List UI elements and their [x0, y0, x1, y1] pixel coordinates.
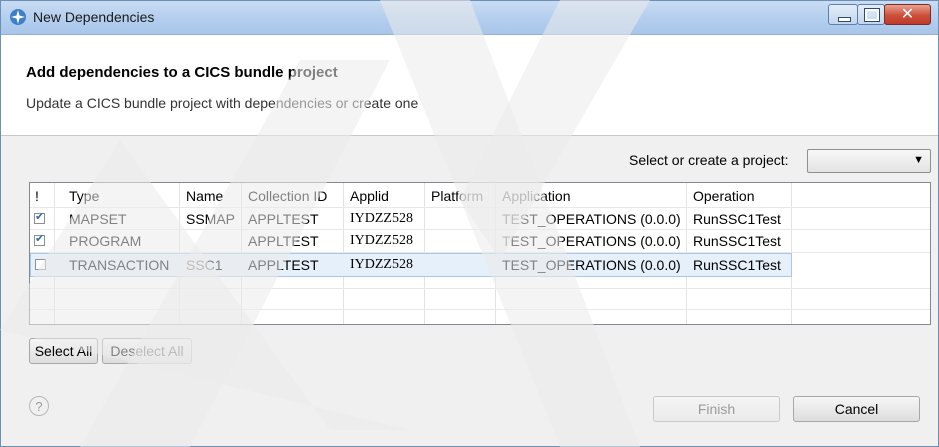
project-select-label: Select or create a project: — [629, 152, 789, 168]
minimize-button[interactable] — [828, 4, 858, 25]
deselect-all-button[interactable]: Deselect All — [102, 338, 192, 364]
finish-button[interactable]: Finish — [653, 396, 780, 422]
wizard-header: Add dependencies to a CICS bundle projec… — [1, 35, 938, 136]
table-header: ! Type Name Collection ID Applid Platfor… — [30, 185, 930, 207]
cell-platform — [426, 254, 495, 276]
maximize-button[interactable] — [857, 4, 885, 25]
row-divider — [30, 207, 930, 208]
row-checkbox[interactable]: ✔ — [34, 210, 45, 224]
cell-name: SSC1 — [186, 257, 223, 273]
cell-applid: IYDZZ528 — [350, 257, 413, 272]
column-header-name[interactable]: Name — [181, 185, 241, 207]
cell-operation: RunSSC1Test — [693, 257, 781, 273]
row-divider — [30, 288, 930, 289]
column-header-platform[interactable]: Platform — [426, 185, 495, 207]
table-row[interactable]: ✔ MAPSET SSMAP APPLTEST IYDZZ528 TEST_OP… — [30, 208, 930, 230]
column-header-applid[interactable]: Applid — [345, 185, 424, 207]
cell-application: TEST_OPERATIONS (0.0.0) — [502, 257, 681, 273]
cell-platform — [426, 208, 495, 230]
row-divider — [30, 309, 930, 310]
row-divider — [30, 229, 930, 230]
cell-collection-id: APPLTEST — [248, 257, 319, 273]
project-combo[interactable]: ▼ — [807, 149, 931, 173]
row-checkbox[interactable]: ✔ — [34, 232, 45, 246]
cell-application: TEST_OPERATIONS (0.0.0) — [502, 233, 681, 249]
column-header-check[interactable]: ! — [30, 185, 54, 207]
cell-type: PROGRAM — [69, 233, 142, 249]
cell-applid: IYDZZ528 — [350, 211, 413, 226]
cell-applid: IYDZZ528 — [350, 233, 413, 248]
dialog-window: New Dependencies ✕ Add dependencies to a… — [0, 0, 939, 447]
column-header-application[interactable]: Application — [497, 185, 686, 207]
checkmark-icon: ✔ — [35, 232, 45, 245]
checkmark-icon: ✔ — [35, 210, 45, 223]
cell-collection-id: APPLTEST — [248, 211, 319, 227]
eclipse-app-icon — [10, 9, 26, 25]
cell-collection-id: APPLTEST — [248, 233, 319, 249]
table-row-selected[interactable]: TRANSACTION SSC1 APPLTEST IYDZZ528 TEST_… — [30, 253, 792, 277]
cell-platform — [426, 230, 495, 252]
page-description: Update a CICS bundle project with depend… — [26, 95, 419, 111]
select-all-button[interactable]: Select All — [29, 338, 98, 364]
cell-type: MAPSET — [69, 211, 127, 227]
minimize-icon — [838, 17, 851, 22]
window-title: New Dependencies — [33, 9, 155, 25]
cell-operation: RunSSC1Test — [693, 211, 781, 227]
help-icon[interactable]: ? — [29, 396, 49, 416]
cell-name: SSMAP — [186, 211, 236, 227]
page-title: Add dependencies to a CICS bundle projec… — [26, 64, 338, 81]
maximize-icon — [864, 8, 880, 22]
title-bar[interactable]: New Dependencies ✕ — [1, 1, 938, 35]
column-header-operation[interactable]: Operation — [688, 185, 791, 207]
column-header-collection-id[interactable]: Collection ID — [243, 185, 343, 207]
cell-operation: RunSSC1Test — [693, 233, 781, 249]
column-header-type[interactable]: Type — [64, 185, 179, 207]
close-button[interactable]: ✕ — [884, 4, 931, 25]
row-divider — [30, 252, 930, 253]
cell-application: TEST_OPERATIONS (0.0.0) — [502, 211, 681, 227]
cell-type: TRANSACTION — [69, 257, 170, 273]
row-checkbox[interactable] — [35, 259, 46, 270]
cell-name — [181, 230, 241, 252]
table-row[interactable]: ✔ PROGRAM APPLTEST IYDZZ528 TEST_OPERATI… — [30, 230, 930, 252]
cancel-button[interactable]: Cancel — [793, 396, 920, 422]
dropdown-arrow-icon: ▼ — [913, 154, 924, 166]
close-icon: ✕ — [900, 4, 915, 23]
dependencies-table: ! Type Name Collection ID Applid Platfor… — [29, 182, 931, 325]
